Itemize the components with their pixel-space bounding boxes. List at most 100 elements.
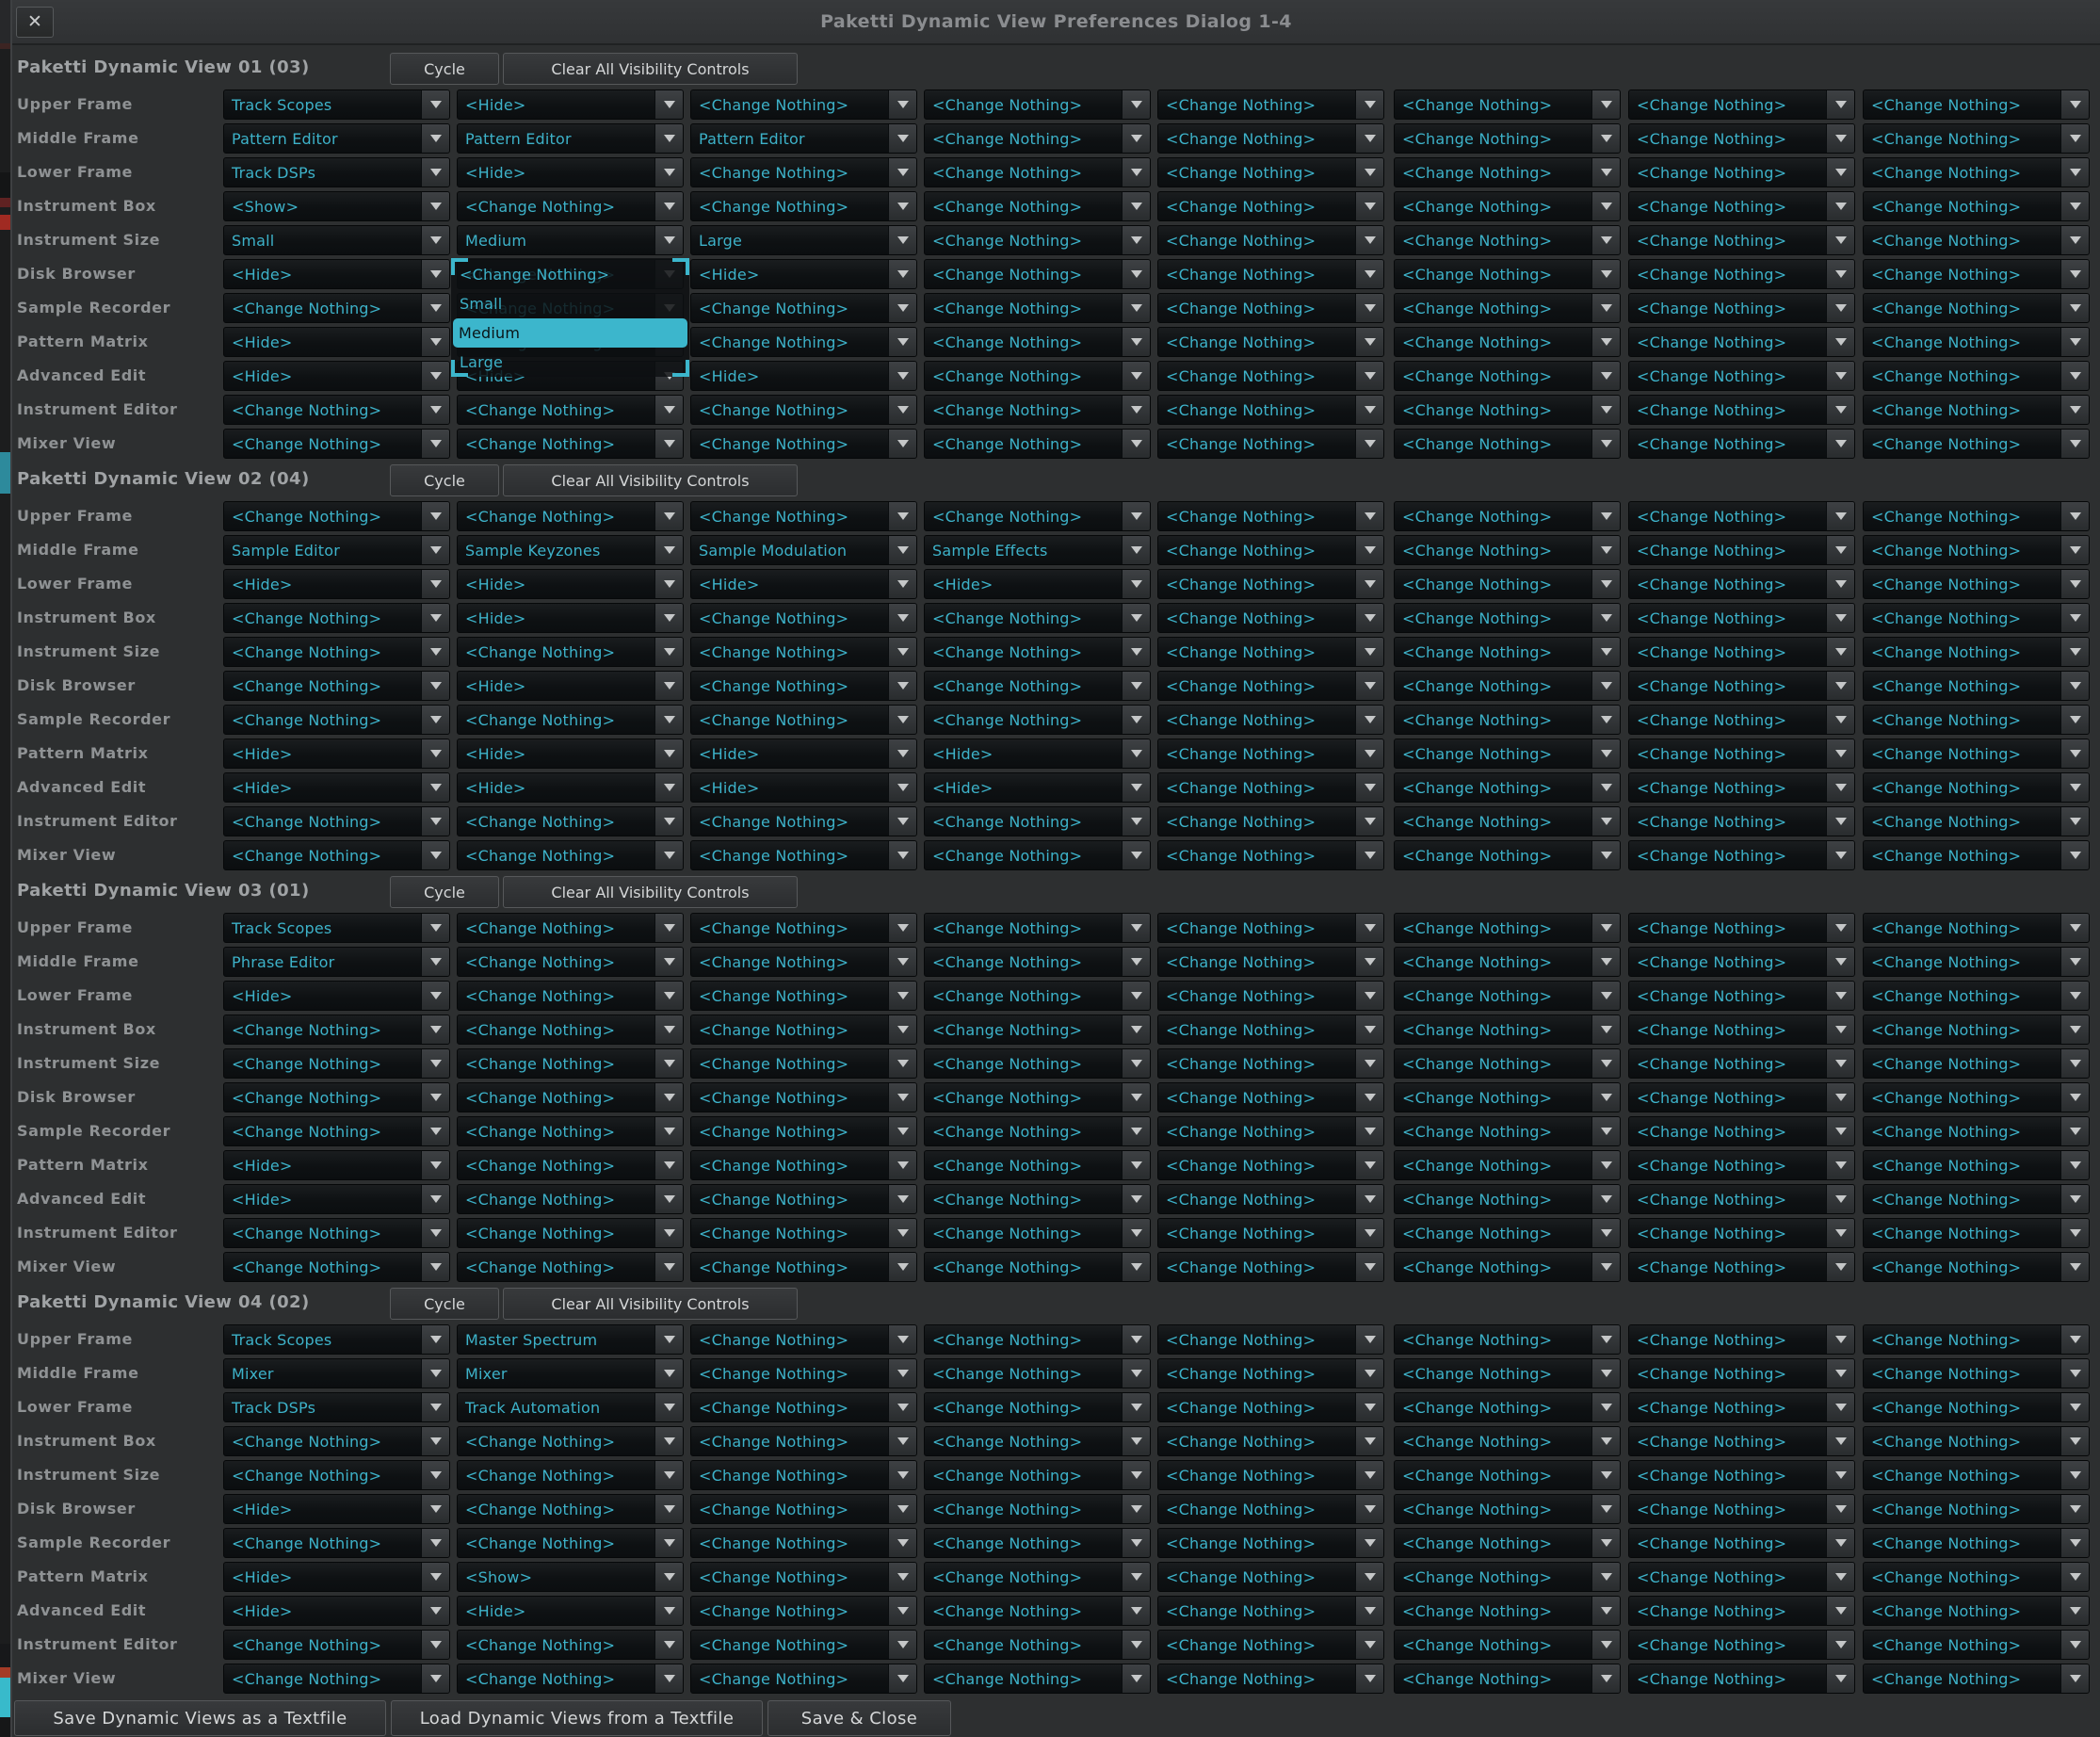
view-dropdown[interactable]: <Change Nothing> bbox=[1394, 1082, 1621, 1112]
view-dropdown[interactable]: <Change Nothing> bbox=[457, 1426, 684, 1456]
view-dropdown[interactable]: <Change Nothing> bbox=[1628, 1252, 1855, 1282]
view-dropdown[interactable]: <Change Nothing> bbox=[223, 1664, 450, 1694]
view-dropdown[interactable]: <Change Nothing> bbox=[1628, 569, 1855, 599]
view-dropdown[interactable]: <Change Nothing> bbox=[1394, 1664, 1621, 1694]
view-dropdown[interactable]: <Change Nothing> bbox=[1863, 1630, 2090, 1660]
view-dropdown[interactable]: <Change Nothing> bbox=[1863, 981, 2090, 1011]
view-dropdown[interactable]: <Change Nothing> bbox=[924, 981, 1151, 1011]
view-dropdown[interactable]: <Change Nothing> bbox=[1394, 1015, 1621, 1045]
view-dropdown[interactable]: <Change Nothing> bbox=[1394, 1324, 1621, 1355]
view-dropdown[interactable]: <Change Nothing> bbox=[1157, 947, 1384, 977]
view-dropdown[interactable]: <Change Nothing> bbox=[1157, 1562, 1384, 1592]
view-dropdown[interactable]: <Change Nothing> bbox=[690, 671, 917, 701]
view-dropdown[interactable]: <Hide> bbox=[457, 569, 684, 599]
view-dropdown[interactable]: <Change Nothing> bbox=[690, 1460, 917, 1490]
view-dropdown[interactable]: <Change Nothing> bbox=[1863, 1048, 2090, 1079]
view-dropdown[interactable]: <Change Nothing> bbox=[1157, 1116, 1384, 1146]
view-dropdown[interactable]: <Change Nothing> bbox=[924, 361, 1151, 391]
view-dropdown[interactable]: <Change Nothing> bbox=[1394, 1562, 1621, 1592]
view-dropdown[interactable]: <Change Nothing> bbox=[223, 603, 450, 633]
view-dropdown[interactable]: <Change Nothing> bbox=[457, 981, 684, 1011]
view-dropdown[interactable]: <Change Nothing> bbox=[924, 603, 1151, 633]
view-dropdown[interactable]: <Change Nothing> bbox=[1157, 429, 1384, 459]
view-dropdown[interactable]: Pattern Editor bbox=[223, 123, 450, 154]
view-dropdown[interactable]: <Hide> bbox=[690, 569, 917, 599]
view-dropdown[interactable]: <Change Nothing> bbox=[690, 293, 917, 323]
view-dropdown[interactable]: <Change Nothing> bbox=[1157, 1184, 1384, 1214]
popup-option[interactable]: Small bbox=[454, 289, 687, 318]
view-dropdown[interactable]: <Change Nothing> bbox=[1394, 1528, 1621, 1558]
view-dropdown[interactable]: <Change Nothing> bbox=[924, 89, 1151, 120]
view-dropdown[interactable]: <Change Nothing> bbox=[1628, 1528, 1855, 1558]
view-dropdown[interactable]: <Change Nothing> bbox=[1863, 705, 2090, 735]
popup-option[interactable]: Large bbox=[454, 348, 687, 377]
view-dropdown[interactable]: <Change Nothing> bbox=[924, 913, 1151, 943]
view-dropdown[interactable]: <Change Nothing> bbox=[1394, 603, 1621, 633]
view-dropdown[interactable]: <Change Nothing> bbox=[1628, 157, 1855, 187]
view-dropdown[interactable]: <Change Nothing> bbox=[1157, 739, 1384, 769]
view-dropdown[interactable]: <Change Nothing> bbox=[1394, 429, 1621, 459]
clear-all-visibility-button[interactable]: Clear All Visibility Controls bbox=[503, 53, 798, 85]
view-dropdown[interactable]: <Change Nothing> bbox=[924, 806, 1151, 836]
view-dropdown[interactable]: <Hide> bbox=[457, 1596, 684, 1626]
save-close-button[interactable]: Save & Close bbox=[767, 1700, 951, 1736]
view-dropdown[interactable]: <Change Nothing> bbox=[690, 1150, 917, 1180]
view-dropdown[interactable]: <Change Nothing> bbox=[1628, 913, 1855, 943]
view-dropdown[interactable]: <Change Nothing> bbox=[1394, 225, 1621, 255]
view-dropdown[interactable]: Pattern Editor bbox=[690, 123, 917, 154]
view-dropdown[interactable]: <Change Nothing> bbox=[223, 1116, 450, 1146]
view-dropdown[interactable]: <Change Nothing> bbox=[223, 705, 450, 735]
view-dropdown[interactable]: <Change Nothing> bbox=[924, 293, 1151, 323]
view-dropdown[interactable]: <Change Nothing> bbox=[457, 1252, 684, 1282]
view-dropdown[interactable]: <Hide> bbox=[924, 772, 1151, 803]
view-dropdown[interactable]: <Change Nothing> bbox=[1863, 947, 2090, 977]
view-dropdown[interactable]: <Change Nothing> bbox=[223, 1015, 450, 1045]
view-dropdown[interactable]: <Change Nothing> bbox=[1157, 569, 1384, 599]
view-dropdown[interactable]: <Change Nothing> bbox=[1394, 840, 1621, 870]
view-dropdown[interactable]: <Change Nothing> bbox=[1157, 1528, 1384, 1558]
view-dropdown[interactable]: <Change Nothing> bbox=[1394, 1494, 1621, 1524]
view-dropdown[interactable]: <Change Nothing> bbox=[690, 1494, 917, 1524]
view-dropdown[interactable]: <Change Nothing> bbox=[1157, 1048, 1384, 1079]
view-dropdown[interactable]: <Change Nothing> bbox=[223, 501, 450, 531]
view-dropdown[interactable]: <Change Nothing> bbox=[223, 429, 450, 459]
view-dropdown[interactable]: <Change Nothing> bbox=[924, 1460, 1151, 1490]
view-dropdown[interactable]: <Change Nothing> bbox=[457, 840, 684, 870]
view-dropdown[interactable]: Mixer bbox=[223, 1358, 450, 1388]
view-dropdown[interactable]: <Change Nothing> bbox=[690, 1324, 917, 1355]
view-dropdown[interactable]: <Change Nothing> bbox=[924, 1426, 1151, 1456]
view-dropdown[interactable]: <Hide> bbox=[457, 157, 684, 187]
view-dropdown[interactable]: <Change Nothing> bbox=[1863, 772, 2090, 803]
view-dropdown[interactable]: <Change Nothing> bbox=[924, 1528, 1151, 1558]
view-dropdown[interactable]: <Change Nothing> bbox=[1628, 259, 1855, 289]
view-dropdown[interactable]: <Change Nothing> bbox=[457, 1494, 684, 1524]
view-dropdown[interactable]: <Change Nothing> bbox=[1863, 1324, 2090, 1355]
view-dropdown[interactable]: <Change Nothing> bbox=[1863, 259, 2090, 289]
view-dropdown[interactable]: <Change Nothing> bbox=[1863, 1252, 2090, 1282]
view-dropdown[interactable]: <Change Nothing> bbox=[1394, 981, 1621, 1011]
view-dropdown[interactable]: <Change Nothing> bbox=[1863, 89, 2090, 120]
view-dropdown[interactable]: Track Scopes bbox=[223, 913, 450, 943]
view-dropdown[interactable]: <Change Nothing> bbox=[690, 327, 917, 357]
view-dropdown[interactable]: <Change Nothing> bbox=[1863, 429, 2090, 459]
view-dropdown[interactable]: <Change Nothing> bbox=[924, 191, 1151, 221]
view-dropdown[interactable]: <Change Nothing> bbox=[223, 1528, 450, 1558]
view-dropdown[interactable]: <Change Nothing> bbox=[1157, 259, 1384, 289]
view-dropdown[interactable]: <Change Nothing> bbox=[1863, 1358, 2090, 1388]
view-dropdown[interactable]: <Change Nothing> bbox=[1863, 535, 2090, 565]
view-dropdown[interactable]: <Change Nothing> bbox=[924, 1150, 1151, 1180]
view-dropdown[interactable]: <Change Nothing> bbox=[1394, 1630, 1621, 1660]
view-dropdown[interactable]: <Change Nothing> bbox=[924, 1218, 1151, 1248]
clear-all-visibility-button[interactable]: Clear All Visibility Controls bbox=[503, 876, 798, 908]
view-dropdown[interactable]: <Change Nothing> bbox=[1394, 739, 1621, 769]
view-dropdown[interactable]: <Hide> bbox=[457, 89, 684, 120]
view-dropdown[interactable]: <Change Nothing> bbox=[1157, 157, 1384, 187]
view-dropdown[interactable]: <Change Nothing> bbox=[1157, 395, 1384, 425]
view-dropdown[interactable]: <Change Nothing> bbox=[1863, 671, 2090, 701]
view-dropdown[interactable]: <Change Nothing> bbox=[690, 1184, 917, 1214]
view-dropdown[interactable]: <Change Nothing> bbox=[924, 1116, 1151, 1146]
view-dropdown[interactable]: <Change Nothing> bbox=[924, 259, 1151, 289]
view-dropdown[interactable]: <Change Nothing> bbox=[1628, 293, 1855, 323]
view-dropdown[interactable]: <Change Nothing> bbox=[223, 1630, 450, 1660]
view-dropdown[interactable]: <Change Nothing> bbox=[1394, 913, 1621, 943]
